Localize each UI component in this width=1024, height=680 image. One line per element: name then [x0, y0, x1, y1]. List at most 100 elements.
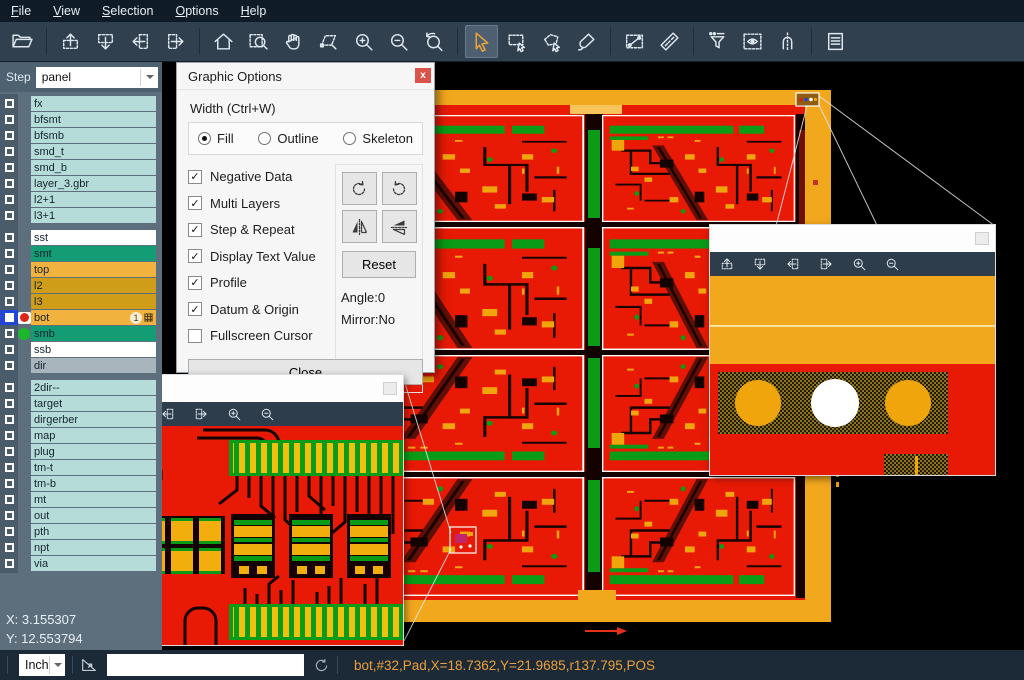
- report-button[interactable]: [819, 25, 852, 58]
- layer-name-bar[interactable]: 2dir--: [31, 380, 156, 395]
- layer-name-bar[interactable]: pth: [31, 524, 156, 539]
- layer-visibility-checkbox[interactable]: [0, 428, 18, 443]
- menu-options[interactable]: Options: [164, 0, 229, 22]
- layer-visibility-checkbox[interactable]: [0, 294, 18, 309]
- layer-name-bar[interactable]: smd_t: [31, 144, 156, 159]
- layer-visibility-checkbox[interactable]: [0, 96, 18, 111]
- layer-row-top[interactable]: top: [0, 262, 156, 277]
- open-file-button[interactable]: [6, 25, 39, 58]
- unit-select[interactable]: Inch: [19, 654, 65, 676]
- layer-visibility-checkbox[interactable]: [0, 460, 18, 475]
- filter-button[interactable]: [701, 25, 734, 58]
- graphic-options-dialog[interactable]: Graphic Options x Width (Ctrl+W) FillOut…: [176, 62, 435, 373]
- magnifier-pan-up-button[interactable]: [715, 254, 739, 274]
- layer-row-via[interactable]: via: [0, 556, 156, 571]
- layer-row-2dir--[interactable]: 2dir--: [0, 380, 156, 395]
- layer-row-mt[interactable]: mt: [0, 492, 156, 507]
- layer-row-dir[interactable]: dir: [0, 358, 156, 373]
- refresh-icon[interactable]: [313, 657, 330, 674]
- layer-name-bar[interactable]: mt: [31, 492, 156, 507]
- magnifier-zoom-in-button[interactable]: [847, 254, 871, 274]
- menu-view[interactable]: View: [42, 0, 91, 22]
- measure-ruler-button[interactable]: [653, 25, 686, 58]
- menu-selection[interactable]: Selection: [91, 0, 164, 22]
- layer-name-bar[interactable]: dir: [31, 358, 156, 373]
- layer-row-l3+1[interactable]: l3+1: [0, 208, 156, 223]
- layer-visibility-checkbox[interactable]: [0, 380, 18, 395]
- pan-hand-button[interactable]: [277, 25, 310, 58]
- magnifier-window-2[interactable]: [710, 225, 995, 475]
- layer-row-fx[interactable]: fx: [0, 96, 156, 111]
- magnifier-pan-right-button[interactable]: [814, 254, 838, 274]
- layer-visibility-checkbox[interactable]: [0, 112, 18, 127]
- rotate-cw-button[interactable]: [342, 172, 377, 205]
- rotate-ccw-button[interactable]: [382, 172, 417, 205]
- pan-up-button[interactable]: [54, 25, 87, 58]
- select-rect-button[interactable]: [500, 25, 533, 58]
- layer-row-smb[interactable]: smb: [0, 326, 156, 341]
- layer-visibility-checkbox[interactable]: [0, 208, 18, 223]
- layer-visibility-checkbox[interactable]: [0, 508, 18, 523]
- layer-visibility-checkbox[interactable]: [0, 326, 18, 341]
- layer-visibility-checkbox[interactable]: [0, 358, 18, 373]
- layer-row-tm-t[interactable]: tm-t: [0, 460, 156, 475]
- layer-row-l3[interactable]: l3: [0, 294, 156, 309]
- magnifier-zoom-out-button[interactable]: [880, 254, 904, 274]
- layer-visibility-checkbox[interactable]: [0, 160, 18, 175]
- layer-visibility-checkbox[interactable]: [0, 492, 18, 507]
- display-options-button[interactable]: [736, 25, 769, 58]
- layer-visibility-checkbox[interactable]: [0, 396, 18, 411]
- layer-row-dirgerber[interactable]: dirgerber: [0, 412, 156, 427]
- step-select[interactable]: panel: [36, 67, 158, 88]
- layer-name-bar[interactable]: tm-b: [31, 476, 156, 491]
- layer-name-bar[interactable]: l3+1: [31, 208, 156, 223]
- toggle-fullscreen-cursor[interactable]: Fullscreen Cursor: [188, 328, 329, 343]
- layer-visibility-checkbox[interactable]: [0, 192, 18, 207]
- layer-row-layer_3.gbr[interactable]: layer_3.gbr: [0, 176, 156, 191]
- magnifier-pan-right-button[interactable]: [189, 404, 213, 424]
- layer-row-l2+1[interactable]: l2+1: [0, 192, 156, 207]
- layer-visibility-checkbox[interactable]: [0, 230, 18, 245]
- layer-name-bar[interactable]: npt: [31, 540, 156, 555]
- layer-name-bar[interactable]: l2: [31, 278, 156, 293]
- layer-row-map[interactable]: map: [0, 428, 156, 443]
- toggle-step-repeat[interactable]: ✓Step & Repeat: [188, 222, 329, 237]
- pan-right-button[interactable]: [159, 25, 192, 58]
- magnifier-pan-down-button[interactable]: [748, 254, 772, 274]
- layer-name-bar[interactable]: fx: [31, 96, 156, 111]
- angle-measure-icon[interactable]: [80, 656, 98, 674]
- layer-row-bfsmb[interactable]: bfsmb: [0, 128, 156, 143]
- layer-name-bar[interactable]: bfsmt: [31, 112, 156, 127]
- layer-visibility-checkbox[interactable]: [0, 262, 18, 277]
- mirror-vertical-button[interactable]: [382, 210, 417, 243]
- layer-row-smd_b[interactable]: smd_b: [0, 160, 156, 175]
- select-cursor-button[interactable]: [465, 25, 498, 58]
- layer-row-ssb[interactable]: ssb: [0, 342, 156, 357]
- pan-left-button[interactable]: [124, 25, 157, 58]
- toggle-display-text-value[interactable]: ✓Display Text Value: [188, 249, 329, 264]
- highlight-net-button[interactable]: [771, 25, 804, 58]
- mirror-horizontal-button[interactable]: [342, 210, 377, 243]
- zoom-home-button[interactable]: [207, 25, 240, 58]
- layer-visibility-checkbox[interactable]: [0, 556, 18, 571]
- width-option-outline[interactable]: Outline: [258, 131, 318, 146]
- layer-visibility-checkbox[interactable]: [0, 310, 18, 325]
- layer-visibility-checkbox[interactable]: [0, 342, 18, 357]
- command-input[interactable]: [107, 654, 304, 676]
- layer-row-sst[interactable]: sst: [0, 230, 156, 245]
- toggle-multi-layers[interactable]: ✓Multi Layers: [188, 196, 329, 211]
- clean-screen-button[interactable]: [570, 25, 603, 58]
- layer-row-target[interactable]: target: [0, 396, 156, 411]
- magnifier-pan-left-button[interactable]: [781, 254, 805, 274]
- layer-row-l2[interactable]: l2: [0, 278, 156, 293]
- menu-file[interactable]: File: [0, 0, 42, 22]
- zoom-selection-button[interactable]: [312, 25, 345, 58]
- layer-row-out[interactable]: out: [0, 508, 156, 523]
- layer-name-bar[interactable]: target: [31, 396, 156, 411]
- measure-point-button[interactable]: [618, 25, 651, 58]
- layer-visibility-checkbox[interactable]: [0, 540, 18, 555]
- zoom-out-button[interactable]: [382, 25, 415, 58]
- layer-row-tm-b[interactable]: tm-b: [0, 476, 156, 491]
- layer-visibility-checkbox[interactable]: [0, 412, 18, 427]
- layer-name-bar[interactable]: l3: [31, 294, 156, 309]
